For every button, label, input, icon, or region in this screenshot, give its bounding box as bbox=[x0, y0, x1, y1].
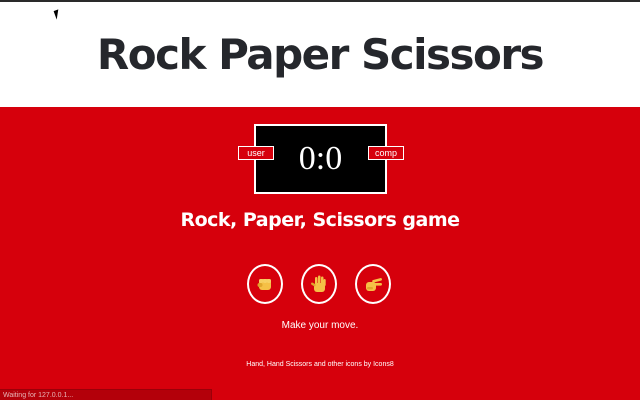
scissors-hand-icon bbox=[366, 278, 382, 291]
fist-icon bbox=[257, 279, 271, 290]
move-prompt: Make your move. bbox=[281, 320, 359, 331]
open-hand-icon bbox=[311, 275, 326, 292]
game-subtitle: Rock, Paper, Scissors game bbox=[180, 209, 460, 231]
scissors-choice-button[interactable] bbox=[355, 264, 391, 304]
browser-status-bar: Waiting for 127.0.0.1... bbox=[0, 389, 212, 400]
page-header: Rock Paper Scissors bbox=[0, 2, 640, 107]
rock-choice-button[interactable] bbox=[247, 264, 283, 304]
icon-credits: Hand, Hand Scissors and other icons by I… bbox=[246, 361, 394, 368]
paper-choice-button[interactable] bbox=[301, 264, 337, 304]
page-title: Rock Paper Scissors bbox=[96, 30, 545, 79]
